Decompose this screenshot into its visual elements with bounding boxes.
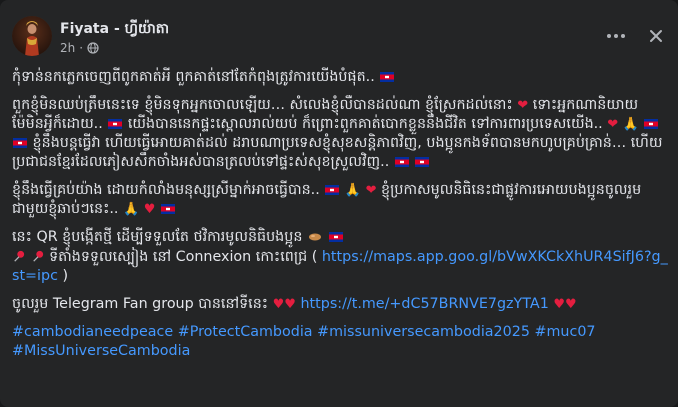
hashtag-link[interactable]: #cambodianeedpeace — [12, 324, 173, 340]
more-horizontal-icon[interactable] — [606, 26, 626, 46]
round-pushpin-icon — [14, 250, 25, 262]
cambodia-flag-icon — [415, 157, 430, 167]
red-heart-icon: ❤ — [607, 117, 619, 132]
profile-photo-icon — [12, 16, 52, 56]
post-actions — [606, 26, 666, 46]
hashtag-link[interactable]: #ProtectCambodia — [178, 324, 313, 340]
telegram-link[interactable]: https://t.me/+dC57BRNVE7gzYTA1 — [300, 296, 548, 312]
cambodia-flag-icon — [644, 119, 659, 129]
red-heart-icon: ♥ — [284, 297, 296, 312]
cambodia-flag-icon — [380, 72, 395, 82]
author-avatar[interactable] — [12, 16, 52, 56]
folded-hands-icon: 🙏 — [344, 183, 362, 198]
cambodia-flag-icon — [394, 157, 409, 167]
paragraph-2-text-c: យើងបាននេកផ្ទះស្ពោលរាល់យប់ ក៏ព្រោះពួកគាត់… — [127, 116, 603, 132]
paragraph-5: ទីតាំងទទួលស្បៀង នៅ Connexion កោះពេជ្រ ( … — [12, 248, 668, 286]
wooden-bullet-icon — [308, 233, 321, 241]
paragraph-2-text-d: ខ្ញុំនឹងបន្តធ្វើវា ហើយធ្វើអោយគាត់ដល់ ដរា… — [12, 135, 663, 170]
red-heart-icon: ♥ — [565, 297, 577, 312]
cambodia-flag-icon — [160, 204, 175, 214]
round-pushpin-icon — [32, 250, 43, 262]
meta-separator: · — [79, 41, 84, 55]
close-icon[interactable] — [646, 26, 666, 46]
post-meta: 2h · — [60, 41, 99, 55]
paragraph-3-text-a: ខ្ញុំនឹងធ្វើគ្រប់យ៉ាង ដោយកំលាំងមនុស្សស្រ… — [12, 182, 320, 198]
paragraph-1-text: កុំទាន់នកភ្លេកចេញពីពូកគាត់អី ពួកគាត់នៅតែ… — [12, 69, 375, 85]
paragraph-5-text: ទីតាំងទទួលស្បៀង នៅ Connexion កោះពេជ្រ ( — [49, 249, 318, 265]
cambodia-flag-icon — [328, 232, 343, 242]
paragraph-2: ពួកខ្ញុំមិនឈប់ត្រឹមនេះទេ ខ្ញុំមិនទុកអ្នក… — [12, 96, 668, 172]
paragraph-2-text-a: ពួកខ្ញុំមិនឈប់ត្រឹមនេះទេ ខ្ញុំមិនទុកអ្នក… — [12, 97, 513, 113]
red-heart-icon: ♥ — [272, 297, 285, 312]
red-heart-icon: ❤ — [517, 98, 529, 113]
facebook-post: Fiyata - ហ្វីយ៉ាតា 2h · កុំទាន់នកភ្លេកចេ… — [0, 0, 678, 407]
hashtags: #cambodianeedpeace #ProtectCambodia #mis… — [12, 323, 668, 361]
paragraph-6-text: ចូលរួម Telegram Fan group បាននៅទីនេះ — [12, 296, 269, 312]
red-heart-icon: ♥ — [143, 202, 156, 217]
post-header: Fiyata - ហ្វីយ៉ាតា 2h · — [12, 16, 666, 62]
red-heart-icon: ❤ — [365, 183, 377, 198]
cambodia-flag-icon — [13, 138, 27, 148]
paragraph-3: ខ្ញុំនឹងធ្វើគ្រប់យ៉ាង ដោយកំលាំងមនុស្សស្រ… — [12, 181, 668, 219]
paragraph-6: ចូលរួម Telegram Fan group បាននៅទីនេះ ♥♥ … — [12, 295, 668, 314]
red-heart-icon: ♥ — [553, 297, 565, 312]
paragraph-5-close: ) — [62, 268, 69, 284]
hashtag-link[interactable]: #muc07 — [535, 324, 596, 340]
paragraph-4-text: នេះ QR ខ្ញុំបង្កើតថ្មី ដើម្បីទទួលតែ ថវិក… — [12, 229, 303, 245]
post-time[interactable]: 2h — [60, 41, 75, 55]
post-body: កុំទាន់នកភ្លេកចេញពីពូកគាត់អី ពួកគាត់នៅតែ… — [12, 68, 668, 370]
folded-hands-icon: 🙏 — [622, 117, 639, 132]
cambodia-flag-icon — [108, 119, 123, 129]
hashtag-link[interactable]: #MissUniverseCambodia — [12, 343, 190, 359]
paragraph-4: នេះ QR ខ្ញុំបង្កើតថ្មី ដើម្បីទទួលតែ ថវិក… — [12, 228, 668, 247]
globe-icon[interactable] — [87, 42, 99, 54]
folded-hands-icon: 🙏 — [123, 202, 140, 217]
author-name[interactable]: Fiyata - ហ្វីយ៉ាតា — [60, 19, 169, 40]
hashtag-link[interactable]: #missuniversecambodia2025 — [317, 324, 530, 340]
paragraph-1: កុំទាន់នកភ្លេកចេញពីពូកគាត់អី ពួកគាត់នៅតែ… — [12, 68, 668, 87]
cambodia-flag-icon — [325, 185, 340, 195]
